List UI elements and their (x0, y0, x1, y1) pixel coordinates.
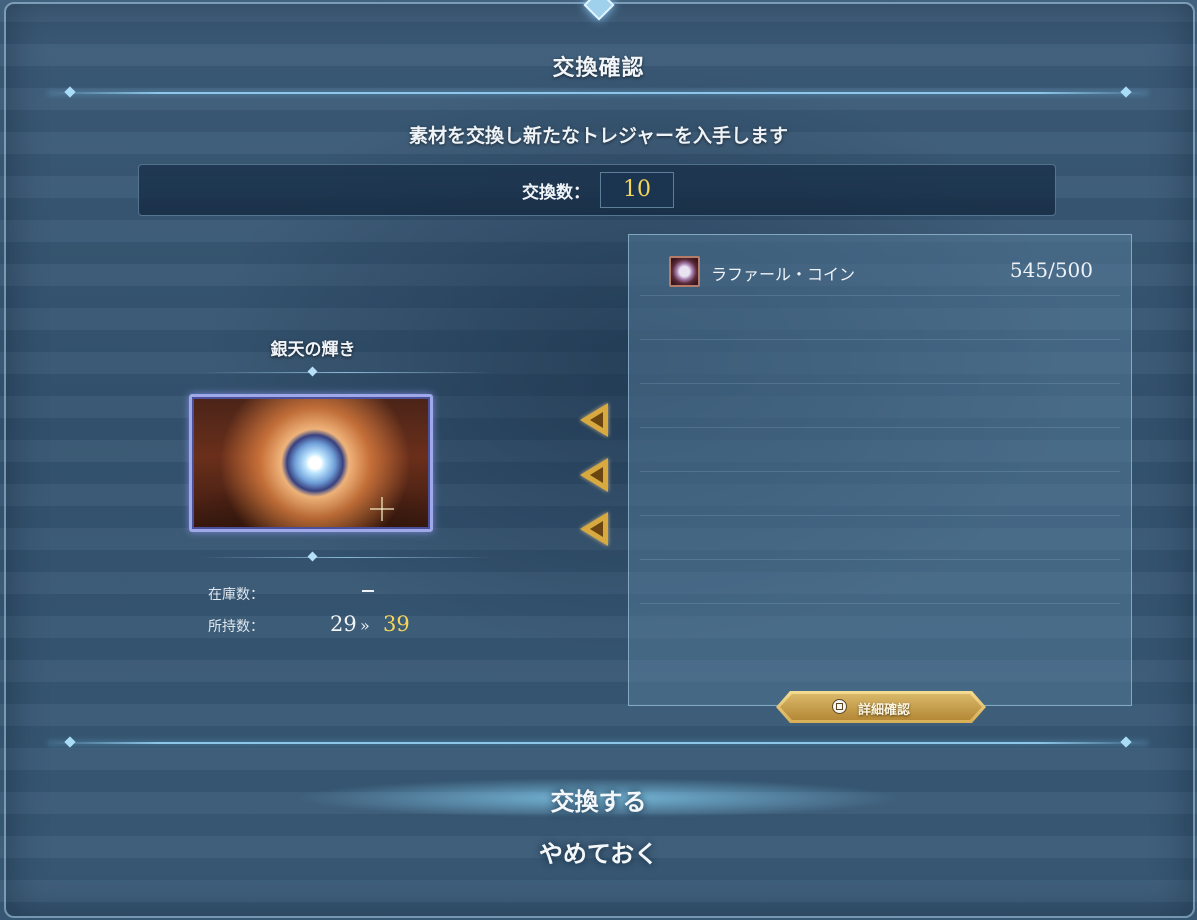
exchange-arrow-icon (580, 512, 608, 546)
stock-value: ー (362, 590, 374, 592)
list-row-divider (640, 559, 1120, 560)
actions-divider (48, 742, 1148, 744)
raphael-coin-icon (669, 256, 700, 287)
owned-arrow-icon: » (360, 616, 370, 635)
list-row-divider (640, 427, 1120, 428)
cancel-button[interactable]: やめておく (0, 834, 1197, 869)
silver-orb-treasure-icon (189, 394, 433, 532)
material-name: ラファール・コイン (711, 265, 856, 284)
confirm-exchange-button[interactable]: 交換する (0, 782, 1197, 817)
stock-label: 在庫数： (208, 587, 264, 603)
list-row-divider (640, 383, 1120, 384)
item-name: 銀天の輝き (270, 340, 356, 360)
dialog-title: 交換確認 (552, 56, 645, 81)
detail-button-label: 詳細確認 (858, 703, 911, 718)
item-card-divider (200, 557, 492, 558)
exchange-count-bar (138, 164, 1056, 216)
title-divider (48, 92, 1148, 94)
owned-label: 所持数： (208, 619, 264, 635)
materials-panel (628, 234, 1132, 706)
exchange-arrow-icon (580, 403, 608, 437)
list-row-divider (640, 339, 1120, 340)
sparkle-icon (370, 497, 394, 521)
list-row-divider (640, 471, 1120, 472)
list-row-divider (640, 515, 1120, 516)
list-row-divider (640, 603, 1120, 604)
material-quantity: 545/500 (1009, 258, 1093, 282)
dialog-message: 素材を交換し新たなトレジャーを入手します (408, 125, 789, 147)
owned-after: 39 (383, 612, 410, 636)
exchange-count-label: 交換数： (522, 183, 590, 203)
owned-before: 29 (330, 612, 357, 636)
item-name-divider (200, 372, 492, 373)
square-button-icon (832, 699, 847, 714)
exchange-arrow-icon (580, 458, 608, 492)
exchange-count-input[interactable]: 10 (600, 172, 674, 208)
list-row-divider (640, 295, 1120, 296)
